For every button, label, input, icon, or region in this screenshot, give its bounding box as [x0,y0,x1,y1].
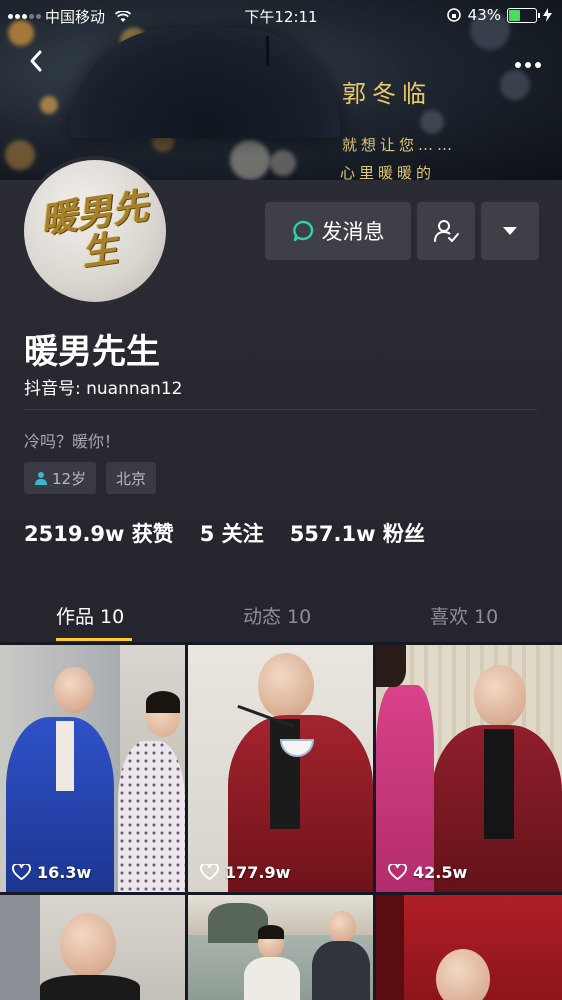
video-likes: 16.3w [12,863,91,882]
user-check-icon [434,220,459,242]
profile-stats: 2519.9w 获赞 5 关注 557.1w 粉丝 [24,518,425,548]
divider [24,409,538,410]
avatar[interactable]: 暖男先生 [20,156,170,306]
following-count[interactable]: 5 关注 [200,518,264,548]
tab-likes[interactable]: 喜欢 10 [430,602,498,629]
chevron-left-icon [30,50,42,72]
active-tab-indicator [56,638,132,641]
fans-count[interactable]: 557.1w 粉丝 [290,518,425,548]
age-label: 12岁 [52,469,87,488]
likes-count[interactable]: 2519.9w 获赞 [24,518,174,548]
video-thumbnail[interactable] [188,895,373,1000]
video-thumbnail[interactable]: 16.3w [0,645,185,892]
banner-title: 郭冬临 [342,80,432,108]
video-thumbnail[interactable]: 177.9w [188,645,373,892]
city-tag: 北京 [106,462,157,494]
send-message-label: 发消息 [321,220,385,244]
status-bar: 中国移动 下午12:11 43% [0,0,562,32]
video-grid: 16.3w 177.9w 42.5w [0,645,562,1000]
video-likes: 177.9w [200,863,290,882]
umbrella-graphic [70,28,340,138]
heart-icon [200,864,219,881]
banner-slogan-line2: 心里暖暖的 [340,164,436,180]
video-thumbnail[interactable] [376,895,562,1000]
video-likes: 42.5w [388,863,467,882]
content-tabs: 作品 10 动态 10 喜欢 10 [0,590,562,642]
profile-name: 暖男先生 [24,332,160,372]
person-icon [35,472,47,485]
douyin-id: 抖音号: nuannan12 [24,379,183,399]
chat-bubble-icon [292,220,313,242]
video-thumbnail[interactable] [0,895,185,1000]
more-button[interactable] [514,50,542,75]
send-message-button[interactable]: 发消息 [265,202,411,260]
city-label: 北京 [116,469,147,488]
age-tag: 12岁 [24,462,97,494]
followed-button[interactable] [417,202,475,260]
tab-moments[interactable]: 动态 10 [243,602,311,629]
video-thumbnail[interactable]: 42.5w [376,645,562,892]
battery-percent: 43% [467,6,501,24]
more-dots-icon [515,62,541,68]
battery-icon [507,7,540,23]
tab-works[interactable]: 作品 10 [56,602,124,629]
avatar-logo-text: 暖男先生 [37,184,151,275]
heart-icon [388,864,407,881]
back-button[interactable] [26,46,56,76]
rotation-lock-icon [446,8,461,22]
caret-down-icon [503,227,517,235]
banner-slogan-line1: 就想让您…… [342,136,457,154]
heart-icon [12,864,31,881]
more-options-dropdown[interactable] [481,202,539,260]
charging-bolt-icon [543,8,552,22]
profile-bio: 冷吗？暖你！ [24,432,121,451]
